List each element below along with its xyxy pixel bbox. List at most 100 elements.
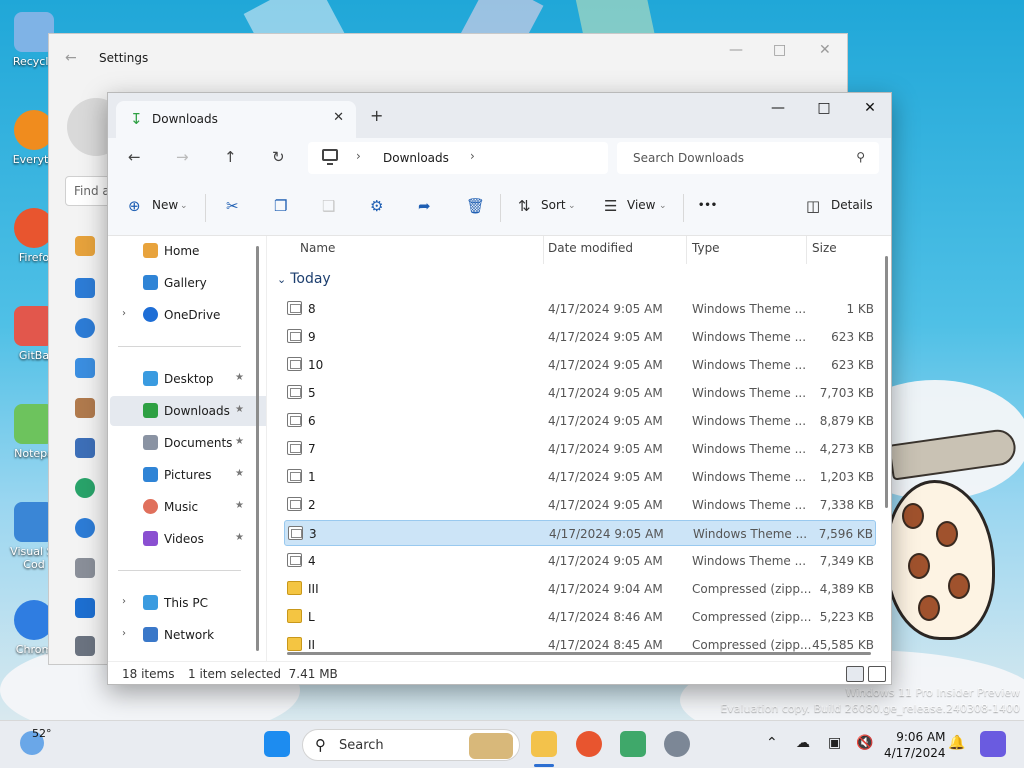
column-divider[interactable]: [686, 236, 687, 264]
up-arrow-icon[interactable]: ↑: [224, 148, 237, 166]
maximize-icon[interactable]: □: [773, 42, 786, 58]
horizontal-scrollbar[interactable]: [287, 652, 871, 655]
nav-item-documents[interactable]: Documents ★: [110, 428, 274, 458]
tab-downloads[interactable]: ↧ Downloads ✕: [116, 101, 356, 138]
paste-icon[interactable]: ❑: [322, 197, 335, 215]
nav-item-home[interactable]: Home: [110, 236, 274, 266]
nav-item-label: Pictures: [164, 468, 212, 482]
theme-file-icon: [288, 526, 303, 540]
nav-item-downloads[interactable]: Downloads ★: [110, 396, 274, 426]
table-row[interactable]: 8 4/17/2024 9:05 AM Windows Theme ... 1 KB: [284, 296, 876, 322]
home-icon[interactable]: [75, 236, 95, 256]
close-icon[interactable]: ✕: [819, 42, 831, 58]
nav-item-pictures[interactable]: Pictures ★: [110, 460, 274, 490]
table-row[interactable]: III 4/17/2024 9:04 AM Compressed (zipp... 4…: [284, 576, 876, 602]
back-arrow-icon[interactable]: ←: [128, 148, 141, 166]
minimize-icon[interactable]: —: [758, 100, 798, 116]
new-button[interactable]: New: [152, 198, 178, 212]
gaming-icon[interactable]: [75, 558, 95, 578]
accessibility-icon[interactable]: [75, 598, 95, 618]
chevron-right-icon[interactable]: ›: [122, 308, 126, 319]
firefox-taskbar-icon[interactable]: [576, 731, 602, 757]
nav-item-music[interactable]: Music ★: [110, 492, 274, 522]
group-header-today[interactable]: ⌄ Today: [277, 271, 331, 287]
maximize-icon[interactable]: □: [804, 100, 844, 116]
column-divider[interactable]: [806, 236, 807, 264]
tab-close-icon[interactable]: ✕: [333, 110, 344, 125]
table-row[interactable]: 5 4/17/2024 9:05 AM Windows Theme ... 7,703…: [284, 380, 876, 406]
bluetooth-icon[interactable]: [75, 318, 95, 338]
accounts-icon[interactable]: [75, 478, 95, 498]
file-explorer-window[interactable]: ↧ Downloads ✕ + — □ ✕ ← → ↑ ↻ › Download…: [107, 92, 892, 685]
tiles-view-icon[interactable]: [868, 666, 886, 682]
chevron-up-icon[interactable]: ⌃: [766, 735, 778, 751]
nav-item-this-pc[interactable]: › This PC: [110, 588, 274, 618]
file-size: 7,703 KB: [819, 386, 874, 400]
refresh-icon[interactable]: ↻: [272, 148, 285, 166]
nav-item-gallery[interactable]: Gallery: [110, 268, 274, 298]
copy-icon[interactable]: ❐: [274, 197, 287, 215]
chevron-right-icon[interactable]: ›: [122, 628, 126, 639]
column-header-size[interactable]: Size: [812, 241, 837, 255]
breadcrumb-downloads[interactable]: Downloads: [383, 151, 449, 165]
volume-muted-icon[interactable]: 🔇: [856, 735, 873, 751]
table-row[interactable]: 4 4/17/2024 9:05 AM Windows Theme ... 7,349…: [284, 548, 876, 574]
forward-arrow-icon[interactable]: →: [176, 148, 189, 166]
details-button[interactable]: Details: [831, 198, 873, 212]
column-header-name[interactable]: Name: [300, 241, 335, 255]
table-row[interactable]: 1 4/17/2024 9:05 AM Windows Theme ... 1,203…: [284, 464, 876, 490]
chevron-right-icon[interactable]: ›: [122, 596, 126, 607]
apps-icon[interactable]: [75, 438, 95, 458]
nav-item-network[interactable]: › Network: [110, 620, 274, 650]
new-tab-icon[interactable]: +: [370, 106, 383, 125]
details-view-icon[interactable]: [846, 666, 864, 682]
minimize-icon[interactable]: —: [729, 42, 743, 58]
wifi-icon[interactable]: [75, 358, 95, 378]
view-button[interactable]: View: [627, 198, 655, 212]
table-row[interactable]: 2 4/17/2024 9:05 AM Windows Theme ... 7,338…: [284, 492, 876, 518]
breadcrumb[interactable]: › Downloads ›: [308, 142, 608, 174]
system-icon[interactable]: [75, 278, 95, 298]
start-windows-icon[interactable]: [264, 731, 290, 757]
nav-item-desktop[interactable]: Desktop ★: [110, 364, 274, 394]
system-clock[interactable]: 9:06 AM 4/17/2024: [884, 729, 946, 761]
notifications-bell-icon[interactable]: 🔔: [948, 735, 965, 751]
cloud-offline-icon[interactable]: ☁: [796, 735, 810, 751]
column-header-type[interactable]: Type: [692, 241, 720, 255]
column-divider[interactable]: [543, 236, 544, 264]
settings-gear-taskbar-icon[interactable]: [664, 731, 690, 757]
chevron-right-icon[interactable]: ›: [470, 149, 475, 163]
table-row[interactable]: 9 4/17/2024 9:05 AM Windows Theme ... 623 K…: [284, 324, 876, 350]
nav-scrollbar[interactable]: [256, 246, 259, 651]
table-row[interactable]: 7 4/17/2024 9:05 AM Windows Theme ... 4,273…: [284, 436, 876, 462]
table-row[interactable]: L 4/17/2024 8:46 AM Compressed (zipp... 5,2…: [284, 604, 876, 630]
sort-button[interactable]: Sort: [541, 198, 566, 212]
column-header-date[interactable]: Date modified: [548, 241, 633, 255]
file-date: 4/17/2024 9:05 AM: [548, 330, 663, 344]
privacy-shield-icon[interactable]: [75, 636, 95, 656]
copilot-icon[interactable]: [980, 731, 1006, 757]
search-input[interactable]: Search Downloads ⚲: [617, 142, 879, 174]
time-language-icon[interactable]: [75, 518, 95, 538]
table-row[interactable]: 10 4/17/2024 9:05 AM Windows Theme ... 623 …: [284, 352, 876, 378]
taskbar-search-box[interactable]: ⚲ Search: [302, 729, 520, 761]
back-arrow-icon[interactable]: ←: [65, 50, 77, 66]
network-icon[interactable]: ▣: [828, 735, 841, 751]
app-taskbar-icon[interactable]: [620, 731, 646, 757]
rename-icon[interactable]: ⚙: [370, 197, 383, 215]
vertical-scrollbar[interactable]: [885, 256, 888, 508]
address-bar: ← → ↑ ↻ › Downloads › Search Downloads ⚲: [108, 138, 891, 180]
nav-item-videos[interactable]: Videos ★: [110, 524, 274, 554]
chevron-right-icon[interactable]: ›: [356, 149, 361, 163]
file-explorer-taskbar-icon[interactable]: [531, 731, 557, 757]
close-icon[interactable]: ✕: [850, 100, 890, 116]
personalization-icon[interactable]: [75, 398, 95, 418]
cut-icon[interactable]: ✂: [226, 197, 239, 215]
share-icon[interactable]: ➦: [418, 197, 431, 215]
nav-item-onedrive[interactable]: › OneDrive: [110, 300, 274, 330]
table-row[interactable]: 3 4/17/2024 9:05 AM Windows Theme ... 7,596…: [284, 520, 876, 546]
table-row[interactable]: 6 4/17/2024 9:05 AM Windows Theme ... 8,879…: [284, 408, 876, 434]
nav-item-label: Desktop: [164, 372, 214, 386]
more-options-button[interactable]: •••: [698, 200, 717, 211]
delete-icon[interactable]: 🗑: [466, 197, 485, 215]
